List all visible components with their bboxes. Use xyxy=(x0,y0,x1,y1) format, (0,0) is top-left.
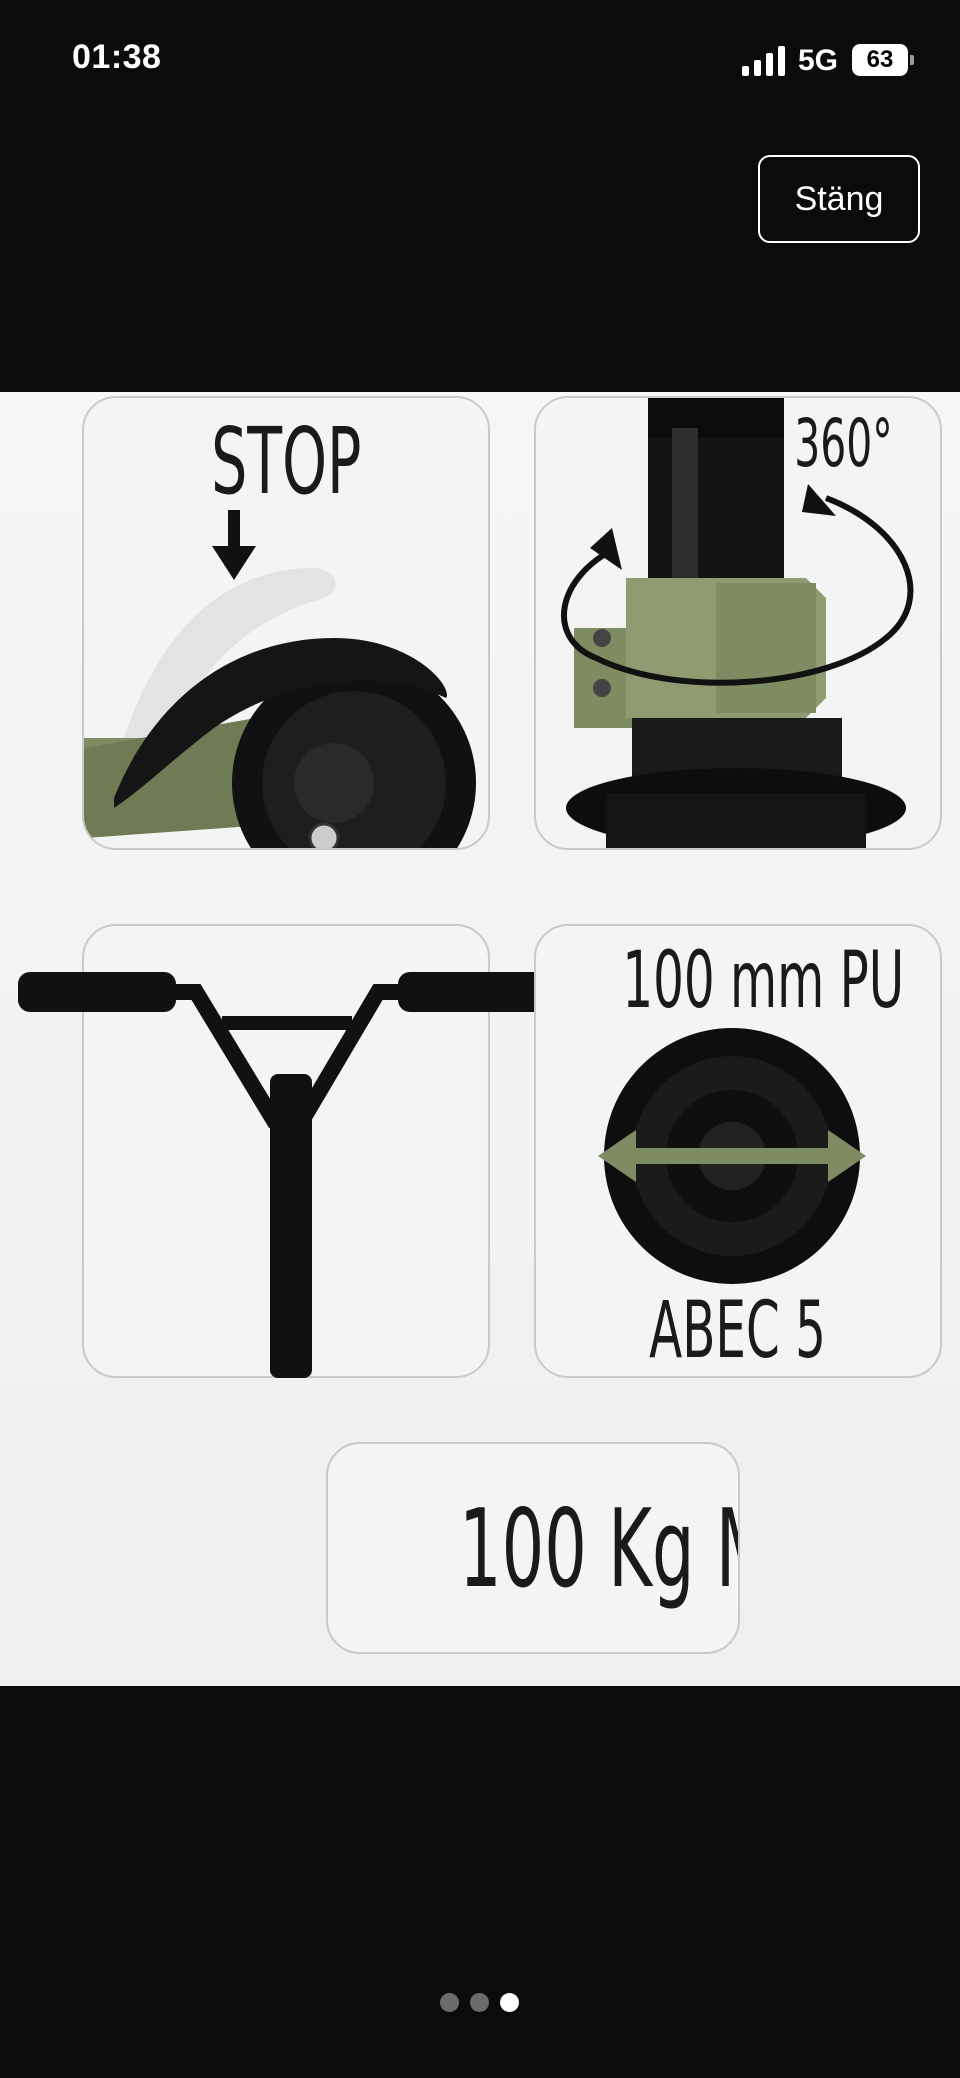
close-button[interactable]: Stäng xyxy=(758,155,920,243)
brake-illustration xyxy=(84,510,476,848)
status-time: 01:38 xyxy=(72,38,162,76)
battery-icon: 63 xyxy=(852,44,914,76)
page-indicator[interactable] xyxy=(440,1993,530,2015)
max-load-panel: 100 Kg MAX. xyxy=(326,1442,740,1654)
status-bar: 01:38 5G 63 xyxy=(0,0,960,120)
max-load-label: 100 Kg MAX. xyxy=(459,1487,738,1612)
wheel-panel: 100 mm PU ABEC 5 xyxy=(534,924,942,1378)
rotation-label: 360° xyxy=(793,405,893,482)
brake-panel: STOP xyxy=(82,396,490,850)
signal-icon xyxy=(742,46,785,76)
page-dot-3[interactable] xyxy=(500,1993,519,2012)
network-type: 5G xyxy=(798,44,839,77)
product-image: STOP 360° 100 mm PU ABEC 5 100 Kg xyxy=(0,392,960,1686)
bearing-label: ABEC 5 xyxy=(649,1286,827,1376)
page-dot-2[interactable] xyxy=(470,1993,489,2012)
rotation-panel: 360° xyxy=(534,396,942,850)
battery-level: 63 xyxy=(852,44,908,76)
page-dot-1[interactable] xyxy=(440,1993,459,2012)
